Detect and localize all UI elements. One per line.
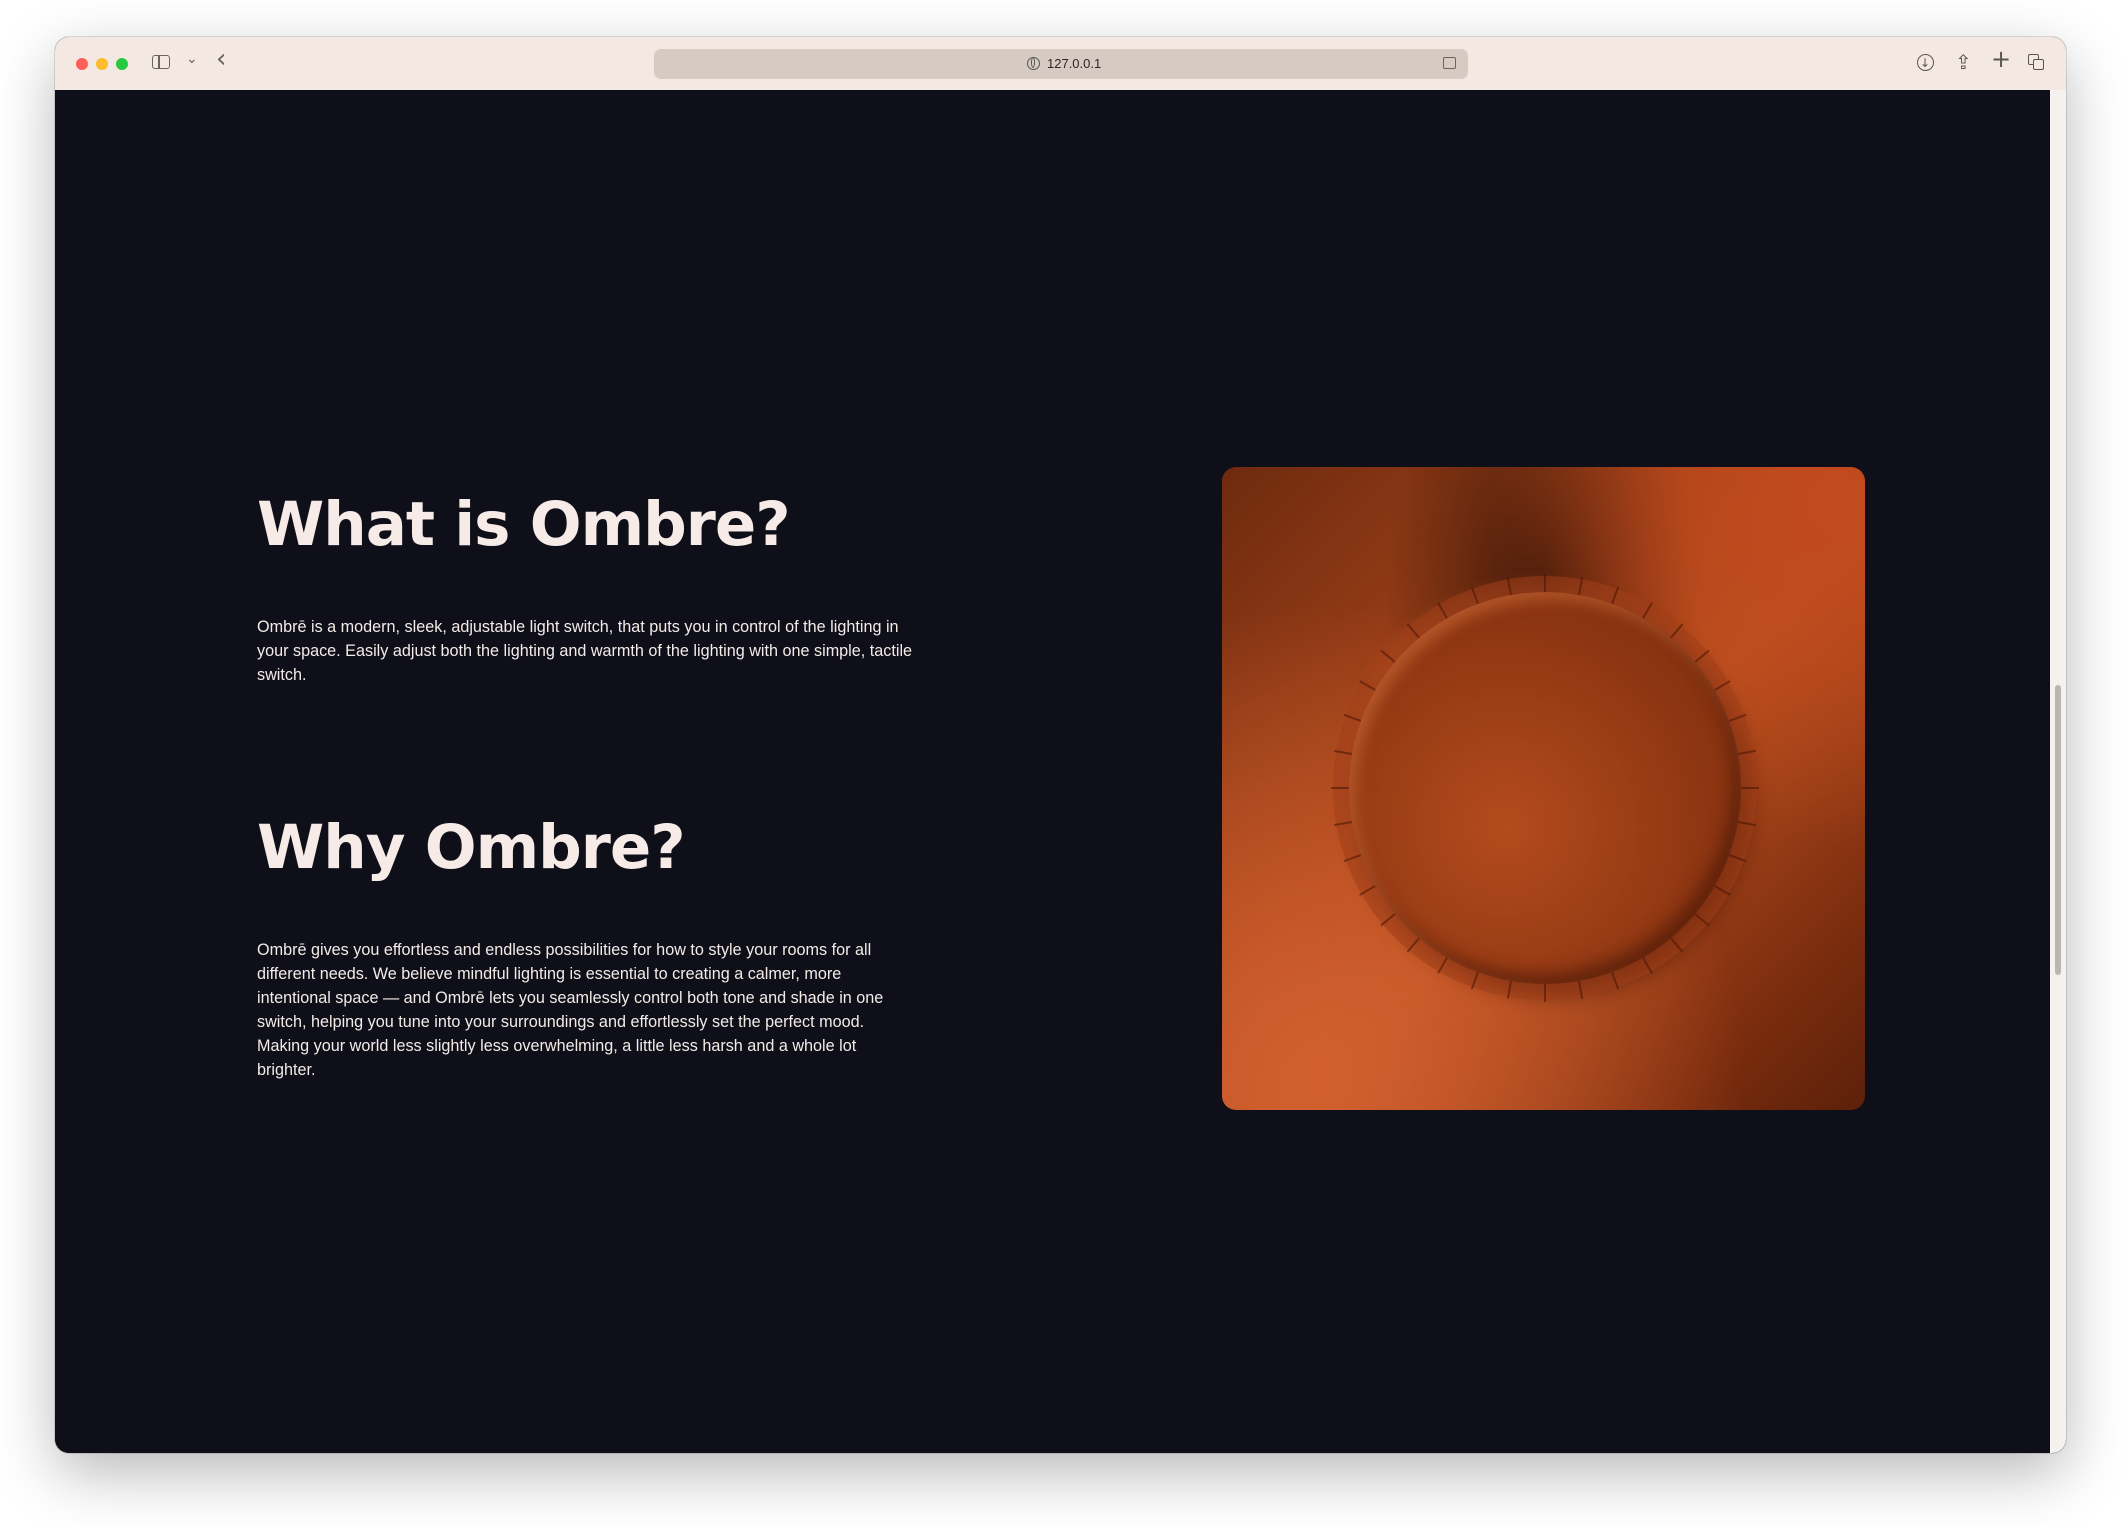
download-icon[interactable] <box>1917 52 1934 74</box>
ring-tick <box>1359 680 1376 691</box>
ring-tick <box>1728 713 1747 722</box>
zoom-icon[interactable] <box>116 58 128 70</box>
ring-tick <box>1437 957 1448 974</box>
ring-tick <box>1334 749 1353 755</box>
plus-icon[interactable]: + <box>1991 47 2011 71</box>
ring-tick <box>1380 913 1396 927</box>
ring-tick <box>1714 885 1731 896</box>
why-heading: Why Ombre? <box>257 812 686 883</box>
ring-tick <box>1506 577 1512 596</box>
chevron-down-icon[interactable]: ⌄ <box>186 51 198 67</box>
ring-tick <box>1470 971 1479 990</box>
ring-tick <box>1670 937 1684 953</box>
ring-tick <box>1737 749 1756 755</box>
url-text: 127.0.0.1 <box>1047 56 1102 71</box>
product-image <box>1222 467 1865 1110</box>
browser-window: ⌄ ‹ 127.0.0.1 ⇪ + What is Ombre? Ombrē i… <box>55 37 2066 1453</box>
ring-tick <box>1470 586 1479 605</box>
what-paragraph: Ombrē is a modern, sleek, adjustable lig… <box>257 618 913 684</box>
ring-tick <box>1406 623 1420 639</box>
what-heading: What is Ombre? <box>257 489 791 560</box>
ring-tick <box>1694 913 1710 927</box>
ring-tick <box>1611 586 1620 605</box>
address-bar[interactable]: 127.0.0.1 <box>654 49 1468 79</box>
ring-tick <box>1506 980 1512 999</box>
why-paragraph: Ombrē gives you effortless and endless p… <box>257 941 884 1079</box>
close-icon[interactable] <box>76 58 88 70</box>
reader-icon[interactable] <box>1443 57 1456 69</box>
ring-tick <box>1359 885 1376 896</box>
ring-tick <box>1728 854 1747 863</box>
ring-tick <box>1380 649 1396 663</box>
ring-tick <box>1343 854 1362 863</box>
ring-tick <box>1642 957 1653 974</box>
ring-tick <box>1694 649 1710 663</box>
scrollbar-thumb[interactable] <box>2055 685 2061 975</box>
ring-tick <box>1578 980 1584 999</box>
sidebar-icon[interactable] <box>152 55 170 69</box>
globe-icon <box>1027 57 1040 70</box>
ring-tick <box>1334 821 1353 827</box>
ring-tick <box>1611 971 1620 990</box>
ring-tick <box>1437 602 1448 619</box>
back-arrow-icon[interactable]: ‹ <box>216 46 226 72</box>
tabs-icon[interactable] <box>2028 54 2044 70</box>
ring-tick <box>1343 713 1362 722</box>
ring-tick <box>1578 577 1584 596</box>
ring-tick <box>1406 937 1420 953</box>
share-icon[interactable]: ⇪ <box>1955 51 1972 73</box>
ring-tick <box>1714 680 1731 691</box>
ring-tick <box>1737 821 1756 827</box>
browser-toolbar: ⌄ ‹ 127.0.0.1 ⇪ + <box>55 37 2066 91</box>
scrollbar[interactable] <box>2050 90 2066 1453</box>
ring-tick <box>1642 602 1653 619</box>
ring-tick <box>1670 623 1684 639</box>
ring-ticks <box>1331 574 1759 1002</box>
minimize-icon[interactable] <box>96 58 108 70</box>
